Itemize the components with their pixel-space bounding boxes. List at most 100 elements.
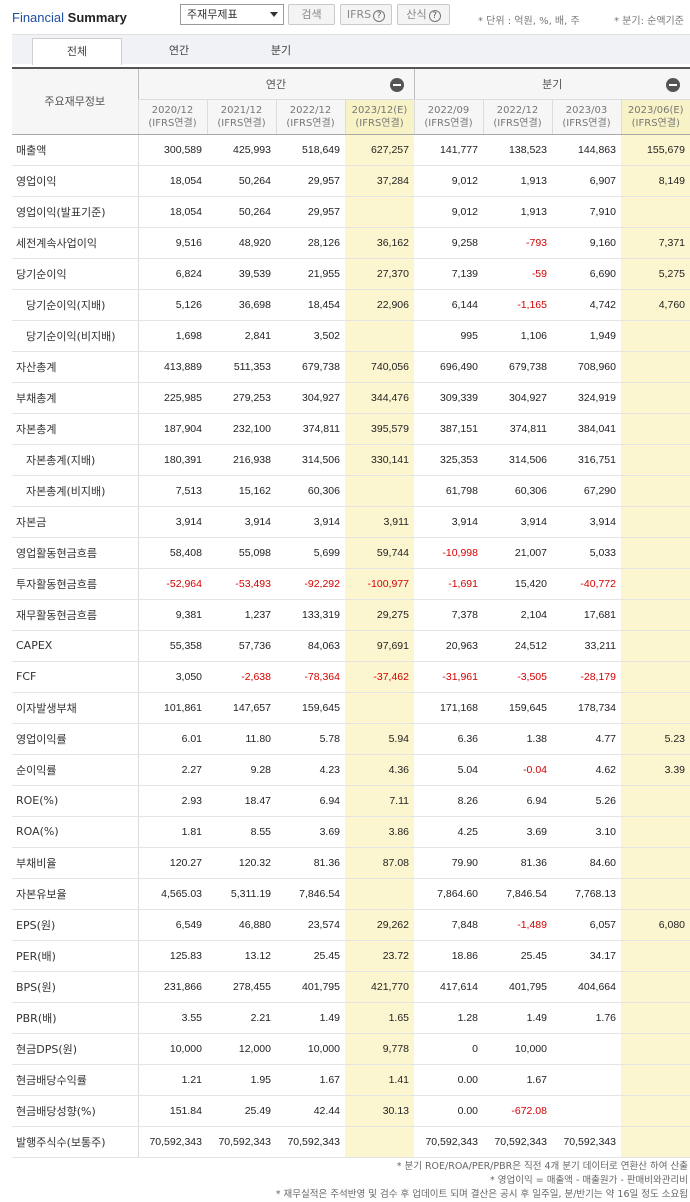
table-cell: -10,998 bbox=[414, 537, 483, 569]
table-cell: 314,506 bbox=[483, 444, 552, 476]
table-cell: 278,455 bbox=[207, 971, 276, 1003]
table-row: 영업이익(발표기준) 18,054 50,264 29,957 9,012 1,913 7,… bbox=[12, 196, 690, 228]
table-cell: 304,927 bbox=[276, 382, 345, 414]
table-cell: 155,679 bbox=[621, 134, 690, 166]
column-header: 2021/12 (IFRS연결) bbox=[206, 99, 276, 135]
table-cell: 344,476 bbox=[345, 382, 414, 414]
table-cell: 25.45 bbox=[483, 940, 552, 972]
row-label: 자본총계(지배) bbox=[12, 444, 138, 476]
table-cell bbox=[621, 1126, 690, 1158]
chevron-down-icon bbox=[270, 12, 278, 17]
table-cell: 133,319 bbox=[276, 599, 345, 631]
table-cell bbox=[345, 692, 414, 724]
table-cell: 9,012 bbox=[414, 196, 483, 228]
table-cell: 9,012 bbox=[414, 165, 483, 197]
table-row: 부채비율 120.27 120.32 81.36 87.08 79.90 81.36 84.6… bbox=[12, 847, 690, 879]
search-button[interactable]: 검색 bbox=[288, 4, 335, 25]
table-cell: 7,513 bbox=[137, 475, 207, 507]
tab-all[interactable]: 전체 bbox=[32, 38, 122, 65]
column-header: 2022/12 (IFRS연결) bbox=[275, 99, 345, 135]
row-label: 영업이익률 bbox=[12, 723, 138, 755]
table-cell: 1.95 bbox=[207, 1064, 276, 1096]
table-cell: 324,919 bbox=[552, 382, 621, 414]
ifrs-help-button[interactable]: IFRS? bbox=[340, 4, 392, 25]
table-cell: 1.38 bbox=[483, 723, 552, 755]
column-basis: (IFRS연결) bbox=[424, 117, 473, 129]
table-cell: 518,649 bbox=[276, 134, 345, 166]
table-cell: 187,904 bbox=[137, 413, 207, 445]
table-cell: 1.41 bbox=[345, 1064, 414, 1096]
column-basis: (IFRS연결) bbox=[148, 117, 197, 129]
table-cell: 6,907 bbox=[552, 165, 621, 197]
table-cell bbox=[621, 599, 690, 631]
table-cell: 1,913 bbox=[483, 196, 552, 228]
table-cell: 15,162 bbox=[207, 475, 276, 507]
table-cell: 6.36 bbox=[414, 723, 483, 755]
tab-annual[interactable]: 연간 bbox=[134, 38, 224, 65]
table-cell: 2.27 bbox=[137, 754, 207, 786]
table-cell: 2,841 bbox=[207, 320, 276, 352]
footnote: * 분기 ROE/ROA/PER/PBR은 직전 4개 분기 데이터로 연환산 … bbox=[396, 1161, 688, 1172]
table-cell: 4.25 bbox=[414, 816, 483, 848]
table-cell: 36,698 bbox=[207, 289, 276, 321]
table-cell bbox=[621, 444, 690, 476]
column-basis: (IFRS연결) bbox=[217, 117, 266, 129]
formula-help-button[interactable]: 산식? bbox=[397, 4, 450, 25]
table-row: 당기순이익(지배) 5,126 36,698 18,454 22,906 6,144 -1,… bbox=[12, 289, 690, 321]
table-cell bbox=[621, 320, 690, 352]
table-cell bbox=[621, 537, 690, 569]
page-title: Financial Summary bbox=[12, 10, 127, 25]
table-cell: 23.72 bbox=[345, 940, 414, 972]
table-cell: 151.84 bbox=[137, 1095, 207, 1127]
table-cell bbox=[621, 506, 690, 538]
top-bar: Financial Summary 주재무제표 검색 IFRS? 산식? * 단… bbox=[0, 0, 690, 34]
table-cell: 25.49 bbox=[207, 1095, 276, 1127]
table-cell: 141,777 bbox=[414, 134, 483, 166]
table-cell: 3.39 bbox=[621, 754, 690, 786]
tab-quarter[interactable]: 분기 bbox=[236, 38, 326, 65]
row-label: ROA(%) bbox=[12, 816, 138, 848]
group-header-quarter: 분기 bbox=[413, 67, 690, 100]
collapse-quarter-icon[interactable] bbox=[666, 78, 680, 92]
table-cell: 7,848 bbox=[414, 909, 483, 941]
statement-type-select[interactable]: 주재무제표 bbox=[180, 4, 284, 25]
table-cell: 1,106 bbox=[483, 320, 552, 352]
table-cell: 279,253 bbox=[207, 382, 276, 414]
column-header: 2022/09 (IFRS연결) bbox=[413, 99, 483, 135]
table-cell: 70,592,343 bbox=[414, 1126, 483, 1158]
table-cell: 1.28 bbox=[414, 1002, 483, 1034]
table-cell: 34.17 bbox=[552, 940, 621, 972]
table-cell: 401,795 bbox=[483, 971, 552, 1003]
table-cell: 28,126 bbox=[276, 227, 345, 259]
table-cell: 5.94 bbox=[345, 723, 414, 755]
table-cell: 314,506 bbox=[276, 444, 345, 476]
table-cell: -31,961 bbox=[414, 661, 483, 693]
table-cell: 5,275 bbox=[621, 258, 690, 290]
table-cell: 8,149 bbox=[621, 165, 690, 197]
table-cell: 7,910 bbox=[552, 196, 621, 228]
table-cell: 3.69 bbox=[276, 816, 345, 848]
table-cell: 87.08 bbox=[345, 847, 414, 879]
group-header-annual: 연간 bbox=[137, 67, 414, 100]
table-cell: 30.13 bbox=[345, 1095, 414, 1127]
table-cell: -78,364 bbox=[276, 661, 345, 693]
table-cell: 1.67 bbox=[483, 1064, 552, 1096]
table-cell: 3,914 bbox=[414, 506, 483, 538]
table-cell bbox=[621, 1095, 690, 1127]
group-quarter-label: 분기 bbox=[542, 77, 563, 91]
collapse-annual-icon[interactable] bbox=[389, 78, 404, 92]
row-label: 발행주식수(보통주) bbox=[12, 1126, 138, 1158]
table-cell bbox=[621, 816, 690, 848]
table-cell: 3,914 bbox=[483, 506, 552, 538]
table-cell: 81.36 bbox=[276, 847, 345, 879]
period-tabs: 전체 연간 분기 bbox=[12, 34, 690, 65]
table-cell: 21,955 bbox=[276, 258, 345, 290]
table-cell: -100,977 bbox=[345, 568, 414, 600]
formula-label: 산식 bbox=[406, 8, 427, 21]
table-cell: 58,408 bbox=[137, 537, 207, 569]
table-cell bbox=[552, 1033, 621, 1065]
table-cell: 18.86 bbox=[414, 940, 483, 972]
row-label: 순이익률 bbox=[12, 754, 138, 786]
table-cell: 9,258 bbox=[414, 227, 483, 259]
table-cell: -52,964 bbox=[137, 568, 207, 600]
